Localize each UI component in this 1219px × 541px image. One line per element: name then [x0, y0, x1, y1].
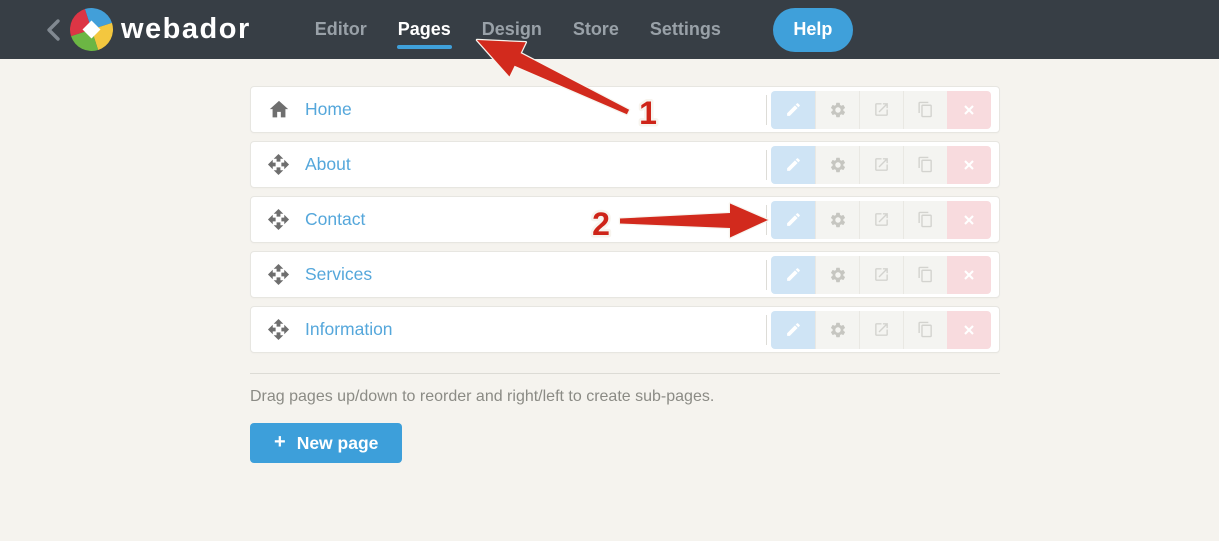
- copy-pages-icon: [918, 266, 932, 283]
- help-button[interactable]: Help: [772, 7, 853, 52]
- pencil-icon: [786, 323, 800, 336]
- section-divider: [250, 373, 1000, 374]
- copy-pages-icon: [918, 211, 932, 228]
- page-row: About: [250, 141, 1000, 188]
- page-row: Services: [250, 251, 1000, 298]
- external-link-icon: [875, 213, 888, 226]
- duplicate-button[interactable]: [903, 255, 947, 294]
- gear-icon: [830, 102, 845, 117]
- active-tab-underline: [396, 45, 452, 49]
- external-link-icon: [875, 323, 888, 336]
- new-page-label: New page: [296, 432, 379, 453]
- row-divider: [766, 94, 767, 125]
- move-icon[interactable]: [267, 208, 290, 231]
- row-divider: [766, 259, 767, 290]
- row-actions: [771, 90, 991, 129]
- back-button[interactable]: [44, 18, 64, 42]
- gear-icon: [830, 212, 845, 227]
- duplicate-button[interactable]: [903, 90, 947, 129]
- row-divider: [766, 314, 767, 345]
- external-link-icon: [875, 158, 888, 171]
- webador-logo-icon: [70, 8, 113, 51]
- pencil-icon: [786, 158, 800, 171]
- top-bar: webador Editor Pages Design Store Settin…: [0, 0, 1219, 59]
- copy-pages-icon: [918, 156, 932, 173]
- delete-button[interactable]: [947, 200, 991, 239]
- pages-panel: Home About Contact Services Information …: [250, 86, 1000, 463]
- move-icon[interactable]: [267, 318, 290, 341]
- tab-store[interactable]: Store: [573, 19, 619, 40]
- page-row: Home: [250, 86, 1000, 133]
- page-row: Contact: [250, 196, 1000, 243]
- x-icon: [964, 214, 974, 225]
- gear-icon: [830, 157, 845, 172]
- page-link[interactable]: Information: [305, 319, 393, 340]
- open-page-button[interactable]: [859, 310, 903, 349]
- duplicate-button[interactable]: [903, 145, 947, 184]
- brand-name: webador: [121, 13, 251, 45]
- delete-button[interactable]: [947, 255, 991, 294]
- edit-button[interactable]: [771, 90, 815, 129]
- duplicate-button[interactable]: [903, 310, 947, 349]
- pencil-icon: [786, 268, 800, 281]
- page-link[interactable]: Home: [305, 99, 352, 120]
- home-icon: [267, 98, 290, 121]
- x-icon: [964, 324, 974, 335]
- tab-design[interactable]: Design: [482, 19, 542, 40]
- x-icon: [964, 104, 974, 115]
- tab-settings[interactable]: Settings: [650, 19, 721, 40]
- copy-pages-icon: [918, 101, 932, 118]
- page-link[interactable]: Contact: [305, 209, 365, 230]
- open-page-button[interactable]: [859, 255, 903, 294]
- duplicate-button[interactable]: [903, 200, 947, 239]
- tab-pages[interactable]: Pages: [396, 19, 452, 49]
- pencil-icon: [786, 103, 800, 116]
- plus-icon: +: [274, 430, 286, 453]
- row-actions: [771, 200, 991, 239]
- delete-button[interactable]: [947, 310, 991, 349]
- page-link[interactable]: About: [305, 154, 351, 175]
- pencil-icon: [786, 213, 800, 226]
- tab-pages-label: Pages: [397, 19, 451, 39]
- move-icon[interactable]: [267, 153, 290, 176]
- open-page-button[interactable]: [859, 145, 903, 184]
- row-actions: [771, 255, 991, 294]
- settings-button[interactable]: [815, 145, 859, 184]
- settings-button[interactable]: [815, 310, 859, 349]
- settings-button[interactable]: [815, 255, 859, 294]
- edit-button[interactable]: [771, 145, 815, 184]
- x-icon: [964, 159, 974, 170]
- page-row: Information: [250, 306, 1000, 353]
- reorder-hint: Drag pages up/down to reorder and right/…: [250, 388, 715, 405]
- settings-button[interactable]: [815, 90, 859, 129]
- external-link-icon: [875, 103, 888, 116]
- delete-button[interactable]: [947, 145, 991, 184]
- copy-pages-icon: [918, 321, 932, 338]
- row-actions: [771, 310, 991, 349]
- open-page-button[interactable]: [859, 90, 903, 129]
- open-page-button[interactable]: [859, 200, 903, 239]
- move-icon[interactable]: [267, 263, 290, 286]
- gear-icon: [830, 322, 845, 337]
- new-page-button[interactable]: + New page: [250, 423, 403, 463]
- settings-button[interactable]: [815, 200, 859, 239]
- edit-button[interactable]: [771, 310, 815, 349]
- tab-editor[interactable]: Editor: [315, 19, 367, 40]
- row-divider: [766, 204, 767, 235]
- delete-button[interactable]: [947, 90, 991, 129]
- chevron-left-icon: [47, 18, 60, 41]
- edit-button[interactable]: [771, 200, 815, 239]
- external-link-icon: [875, 268, 888, 281]
- x-icon: [964, 269, 974, 280]
- row-divider: [766, 149, 767, 180]
- row-actions: [771, 145, 991, 184]
- main-nav: Editor Pages Design Store Settings: [315, 19, 721, 49]
- edit-button[interactable]: [771, 255, 815, 294]
- gear-icon: [830, 267, 845, 282]
- page-link[interactable]: Services: [305, 264, 372, 285]
